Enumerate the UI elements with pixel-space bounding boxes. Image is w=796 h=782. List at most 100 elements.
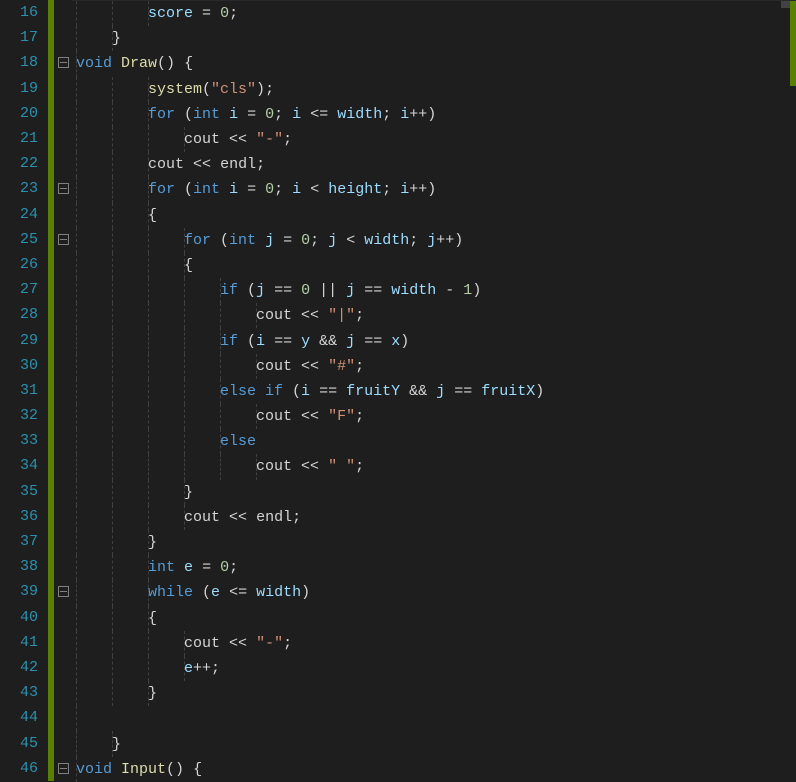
indent-guide — [148, 404, 149, 429]
fold-column — [54, 57, 72, 68]
gutter-row: 31 — [0, 378, 72, 403]
code-line[interactable]: if (j == 0 || j == width - 1) — [72, 278, 796, 303]
line-number[interactable]: 16 — [0, 4, 48, 21]
code-line[interactable]: else — [72, 429, 796, 454]
code-line[interactable]: cout << endl; — [72, 505, 796, 530]
indent-guide — [148, 656, 149, 681]
indent-guide — [148, 681, 149, 706]
line-number[interactable]: 28 — [0, 306, 48, 323]
gutter-row: 32 — [0, 403, 72, 428]
code-line[interactable]: { — [72, 253, 796, 278]
code-line[interactable]: { — [72, 203, 796, 228]
indent-guide — [148, 328, 149, 353]
code-text: if (j == 0 || j == width - 1) — [76, 282, 481, 299]
code-line[interactable]: } — [72, 530, 796, 555]
indent-guide — [148, 203, 149, 228]
code-line[interactable]: } — [72, 480, 796, 505]
line-number[interactable]: 26 — [0, 256, 48, 273]
code-area[interactable]: score = 0;}void Draw() {system("cls");fo… — [72, 0, 796, 782]
code-line[interactable]: else if (i == fruitY && j == fruitX) — [72, 379, 796, 404]
code-line[interactable]: void Input() { — [72, 757, 796, 782]
line-number[interactable]: 17 — [0, 29, 48, 46]
code-line[interactable]: cout << "-"; — [72, 127, 796, 152]
line-number[interactable]: 37 — [0, 533, 48, 550]
code-line[interactable]: for (int j = 0; j < width; j++) — [72, 228, 796, 253]
indent-guide — [112, 303, 113, 328]
line-number[interactable]: 24 — [0, 206, 48, 223]
fold-toggle-icon[interactable] — [58, 57, 69, 68]
change-bar — [48, 252, 54, 277]
indent-guide — [112, 253, 113, 278]
code-line[interactable]: void Draw() { — [72, 51, 796, 76]
line-number[interactable]: 22 — [0, 155, 48, 172]
indent-guide — [112, 228, 113, 253]
line-number[interactable]: 29 — [0, 332, 48, 349]
line-number[interactable]: 39 — [0, 583, 48, 600]
code-line[interactable]: for (int i = 0; i < height; i++) — [72, 177, 796, 202]
code-line[interactable]: } — [72, 681, 796, 706]
line-number[interactable]: 40 — [0, 609, 48, 626]
code-line[interactable]: int e = 0; — [72, 555, 796, 580]
fold-toggle-icon[interactable] — [58, 234, 69, 245]
fold-toggle-icon[interactable] — [58, 586, 69, 597]
gutter-row: 23 — [0, 176, 72, 201]
code-line[interactable] — [72, 706, 796, 731]
line-number[interactable]: 30 — [0, 357, 48, 374]
code-line[interactable]: cout << endl; — [72, 152, 796, 177]
gutter-row: 21 — [0, 126, 72, 151]
indent-guide — [76, 530, 77, 555]
code-line[interactable]: e++; — [72, 656, 796, 681]
line-number[interactable]: 20 — [0, 105, 48, 122]
indent-guide — [184, 278, 185, 303]
gutter-row: 20 — [0, 101, 72, 126]
line-number[interactable]: 41 — [0, 634, 48, 651]
code-line[interactable]: system("cls"); — [72, 77, 796, 102]
code-line[interactable]: for (int i = 0; i <= width; i++) — [72, 102, 796, 127]
line-number[interactable]: 25 — [0, 231, 48, 248]
line-number[interactable]: 35 — [0, 483, 48, 500]
code-line[interactable]: } — [72, 731, 796, 756]
line-number[interactable]: 44 — [0, 709, 48, 726]
line-number[interactable]: 19 — [0, 80, 48, 97]
code-line[interactable]: while (e <= width) — [72, 580, 796, 605]
indent-guide — [148, 177, 149, 202]
indent-guide — [112, 77, 113, 102]
line-number[interactable]: 38 — [0, 558, 48, 575]
code-text: for (int i = 0; i <= width; i++) — [76, 106, 436, 123]
fold-toggle-icon[interactable] — [58, 763, 69, 774]
line-number[interactable]: 27 — [0, 281, 48, 298]
line-number[interactable]: 42 — [0, 659, 48, 676]
line-number[interactable]: 45 — [0, 735, 48, 752]
code-line[interactable]: cout << " "; — [72, 454, 796, 479]
indent-guide — [148, 480, 149, 505]
line-number[interactable]: 36 — [0, 508, 48, 525]
line-number[interactable]: 46 — [0, 760, 48, 777]
line-number[interactable]: 18 — [0, 54, 48, 71]
indent-guide — [112, 127, 113, 152]
indent-guide — [76, 580, 77, 605]
line-number[interactable]: 21 — [0, 130, 48, 147]
indent-guide — [148, 102, 149, 127]
line-number[interactable]: 34 — [0, 457, 48, 474]
line-number[interactable]: 23 — [0, 180, 48, 197]
code-line[interactable]: if (i == y && j == x) — [72, 328, 796, 353]
code-line[interactable]: cout << "#"; — [72, 354, 796, 379]
fold-toggle-icon[interactable] — [58, 183, 69, 194]
line-number[interactable]: 33 — [0, 432, 48, 449]
indent-guide — [220, 303, 221, 328]
line-number[interactable]: 32 — [0, 407, 48, 424]
code-line[interactable]: { — [72, 606, 796, 631]
line-number[interactable]: 31 — [0, 382, 48, 399]
indent-guide — [256, 303, 257, 328]
code-line[interactable]: score = 0; — [72, 1, 796, 26]
code-line[interactable]: cout << "-"; — [72, 631, 796, 656]
indent-guide — [112, 152, 113, 177]
change-bar — [48, 327, 54, 352]
line-number[interactable]: 43 — [0, 684, 48, 701]
code-line[interactable]: cout << "|"; — [72, 303, 796, 328]
code-text: cout << endl; — [76, 156, 265, 173]
code-line[interactable]: cout << "F"; — [72, 404, 796, 429]
indent-guide — [76, 303, 77, 328]
code-line[interactable]: } — [72, 26, 796, 51]
indent-guide — [220, 404, 221, 429]
